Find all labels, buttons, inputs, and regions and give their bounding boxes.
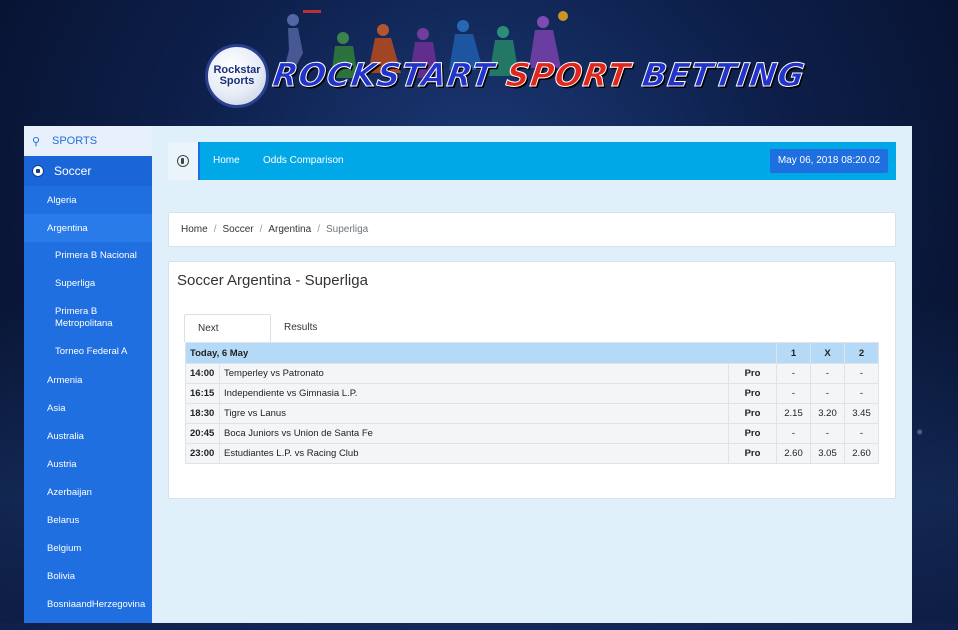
odd-2[interactable]: - (844, 383, 879, 404)
pro-link[interactable]: Pro (728, 423, 777, 444)
logo-word-sport: SPORT (503, 56, 633, 95)
sidebar-item-austria[interactable]: Austria (24, 450, 152, 478)
logo-wordmark: ROCKSTART SPORT BETTING (270, 56, 808, 96)
pro-link[interactable]: Pro (728, 383, 777, 404)
odd-1[interactable]: - (776, 383, 811, 404)
pro-link[interactable]: Pro (728, 363, 777, 384)
sidebar-sport-soccer[interactable]: Soccer (24, 156, 152, 186)
sidebar-item-australia[interactable]: Australia (24, 422, 152, 450)
match-time: 16:15 (185, 383, 220, 404)
odd-1[interactable]: 2.15 (776, 403, 811, 424)
nav-odds-comparison-link[interactable]: Odds Comparison (263, 142, 344, 180)
pin-icon: ⚲ (32, 135, 41, 148)
col-header-1: 1 (776, 342, 811, 364)
brand-badge: Rockstar Sports (205, 44, 269, 108)
page-title: Soccer Argentina - Superliga (177, 272, 368, 289)
badge-line2: Sports (219, 75, 255, 87)
match-name[interactable]: Independiente vs Gimnasia L.P. (219, 383, 729, 404)
matches-table: Today, 6 May 1 X 2 14:00 Temperley vs Pa… (185, 342, 879, 464)
main-panel: Home Odds Comparison May 06, 2018 08:20.… (152, 126, 912, 623)
matches-card: Soccer Argentina - Superliga Next Matche… (168, 261, 896, 499)
col-header-2: 2 (844, 342, 879, 364)
odd-x[interactable]: 3.05 (810, 443, 845, 464)
day-label: Today, 6 May (185, 342, 777, 364)
odd-x[interactable]: - (810, 383, 845, 404)
table-row[interactable]: 18:30 Tigre vs Lanus Pro 2.15 3.20 3.45 (185, 403, 879, 424)
top-navbar: Home Odds Comparison May 06, 2018 08:20.… (168, 142, 896, 180)
match-time: 14:00 (185, 363, 220, 384)
odd-1[interactable]: - (776, 363, 811, 384)
odd-x[interactable]: - (810, 363, 845, 384)
datetime-display: May 06, 2018 08:20.02 (770, 149, 888, 173)
breadcrumb-separator: / (259, 224, 263, 235)
col-header-x: X (810, 342, 845, 364)
odd-x[interactable]: - (810, 423, 845, 444)
table-day-header: Today, 6 May 1 X 2 (185, 342, 879, 364)
match-name[interactable]: Tigre vs Lanus (219, 403, 729, 424)
table-row[interactable]: 23:00 Estudiantes L.P. vs Racing Club Pr… (185, 443, 879, 464)
sidebar: ⚲ SPORTS Soccer Algeria Argentina Primer… (24, 126, 152, 623)
odd-2[interactable]: 2.60 (844, 443, 879, 464)
radio-icon (177, 155, 189, 167)
soccer-ball-icon (32, 165, 44, 177)
sidebar-item-bosnia[interactable]: BosniaandHerzegovina (24, 590, 152, 618)
sidebar-item-belgium[interactable]: Belgium (24, 534, 152, 562)
table-row[interactable]: 14:00 Temperley vs Patronato Pro - - - (185, 363, 879, 384)
sidebar-subitem-torneo-federal-a[interactable]: Torneo Federal A (24, 338, 152, 366)
match-time: 23:00 (185, 443, 220, 464)
sidebar-item-armenia[interactable]: Armenia (24, 366, 152, 394)
pro-link[interactable]: Pro (728, 403, 777, 424)
odd-2[interactable]: - (844, 363, 879, 384)
odd-2[interactable]: - (844, 423, 879, 444)
match-name[interactable]: Temperley vs Patronato (219, 363, 729, 384)
sidebar-subitem-primera-b-nacional[interactable]: Primera B Nacional (24, 242, 152, 270)
table-row[interactable]: 16:15 Independiente vs Gimnasia L.P. Pro… (185, 383, 879, 404)
sidebar-item-algeria[interactable]: Algeria (24, 186, 152, 214)
pro-link[interactable]: Pro (728, 443, 777, 464)
logo-word-rockstart: ROCKSTART (270, 56, 498, 95)
odd-1[interactable]: - (776, 423, 811, 444)
nav-home-link[interactable]: Home (213, 142, 240, 180)
sidebar-header-label: SPORTS (52, 135, 98, 147)
sidebar-item-argentina[interactable]: Argentina (24, 214, 152, 242)
match-name[interactable]: Estudiantes L.P. vs Racing Club (219, 443, 729, 464)
site-header: Rockstar Sports ROCKSTART SPORT BETTING (0, 0, 958, 125)
tab-next-matches[interactable]: Next Matches (184, 314, 271, 362)
sidebar-sport-label: Soccer (54, 164, 92, 178)
match-name[interactable]: Boca Juniors vs Union de Santa Fe (219, 423, 729, 444)
sidebar-header[interactable]: ⚲ SPORTS (24, 126, 152, 156)
breadcrumb-superliga: Superliga (325, 224, 369, 235)
breadcrumb: Home / Soccer / Argentina / Superliga (168, 212, 896, 247)
tab-results[interactable]: Results (271, 314, 330, 342)
sidebar-item-bolivia[interactable]: Bolivia (24, 562, 152, 590)
sidebar-item-asia[interactable]: Asia (24, 394, 152, 422)
sidebar-item-azerbaijan[interactable]: Azerbaijan (24, 478, 152, 506)
table-row[interactable]: 20:45 Boca Juniors vs Union de Santa Fe … (185, 423, 879, 444)
breadcrumb-home[interactable]: Home (181, 224, 208, 235)
odd-1[interactable]: 2.60 (776, 443, 811, 464)
breadcrumb-soccer[interactable]: Soccer (222, 224, 253, 235)
sidebar-subitem-primera-b-metropolitana[interactable]: Primera B Metropolitana (24, 298, 152, 338)
site-logo[interactable]: Rockstar Sports ROCKSTART SPORT BETTING (203, 8, 808, 118)
breadcrumb-separator: / (317, 224, 320, 235)
sidebar-subitem-superliga[interactable]: Superliga (24, 270, 152, 298)
odd-x[interactable]: 3.20 (810, 403, 845, 424)
nav-toggle[interactable] (168, 142, 200, 180)
match-time: 18:30 (185, 403, 220, 424)
match-time: 20:45 (185, 423, 220, 444)
odd-2[interactable]: 3.45 (844, 403, 879, 424)
breadcrumb-separator: / (213, 224, 217, 235)
logo-word-betting: BETTING (639, 56, 808, 95)
breadcrumb-argentina[interactable]: Argentina (268, 224, 311, 235)
sidebar-item-belarus[interactable]: Belarus (24, 506, 152, 534)
